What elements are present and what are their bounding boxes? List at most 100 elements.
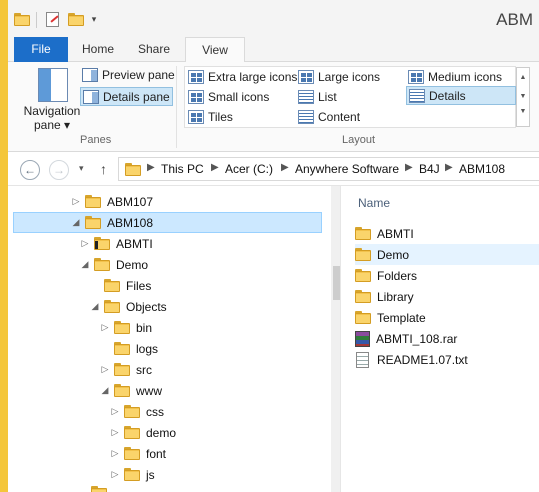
tree-item-label: demo	[146, 425, 177, 440]
breadcrumb-chevron-icon[interactable]: ▶	[211, 162, 219, 173]
tree-item[interactable]: ▷ demo	[109, 422, 177, 443]
column-header-name[interactable]: Name	[358, 196, 390, 210]
ribbon: Navigation pane ▾ Preview pane Details p…	[8, 62, 539, 152]
tree-scrollbar[interactable]	[331, 186, 340, 492]
medium-icons-button[interactable]: Medium icons	[408, 67, 502, 86]
file-item[interactable]: ABMTI	[355, 223, 539, 244]
address-box[interactable]: ▶ This PC ▶ Acer (C:) ▶ Anywhere Softwar…	[118, 157, 539, 181]
breadcrumb-item[interactable]: This PC	[161, 162, 204, 176]
scrollbar-thumb[interactable]	[333, 266, 340, 300]
file-item[interactable]: Library	[355, 286, 539, 307]
list-button[interactable]: List	[298, 87, 337, 106]
breadcrumb-chevron-icon[interactable]: ▶	[147, 162, 155, 173]
tree-item[interactable]: ▷ bin	[99, 317, 152, 338]
tree-item[interactable]: ▷ css	[109, 401, 164, 422]
large-icons-label: Large icons	[318, 69, 381, 84]
preview-pane-button[interactable]: Preview pane	[80, 65, 177, 84]
tab-share[interactable]: Share	[127, 37, 181, 62]
scroll-up-icon[interactable]: ▲	[517, 68, 529, 87]
tree-item[interactable]: logs	[99, 338, 158, 359]
file-item-label: Library	[377, 289, 414, 304]
tree-item-label: Files	[126, 278, 152, 293]
list-icon	[298, 89, 314, 104]
file-item[interactable]: Folders	[355, 265, 539, 286]
breadcrumb-item[interactable]: ABM108	[459, 162, 505, 176]
folder-icon	[91, 486, 107, 492]
shared-folder-icon	[94, 237, 110, 250]
customize-toolbar-icon[interactable]: ▾	[88, 9, 100, 29]
breadcrumb-item[interactable]: B4J	[419, 162, 440, 176]
medium-icons-icon	[408, 69, 424, 84]
folder-icon	[114, 321, 130, 334]
panes-group-label: Panes	[80, 134, 112, 146]
collapse-icon[interactable]: ◢	[99, 385, 111, 396]
tree-item[interactable]: Files	[89, 275, 151, 296]
layout-scroll[interactable]: ▲ ▼ ▼	[516, 67, 530, 127]
details-pane-label: Details pane	[103, 89, 170, 104]
breadcrumb-item[interactable]: Anywhere Software	[295, 162, 399, 176]
collapse-icon[interactable]: ◢	[79, 259, 91, 270]
collapse-icon[interactable]: ◢	[89, 301, 101, 312]
expand-icon[interactable]: ▷	[109, 406, 121, 417]
up-button[interactable]: ↑	[100, 161, 107, 177]
extra-large-icons-icon	[188, 69, 204, 84]
tree-item[interactable]: ▷ src	[99, 359, 152, 380]
collapse-icon[interactable]: ◢	[70, 217, 82, 228]
navigation-pane-dropdown-label: pane ▾	[33, 118, 71, 132]
small-icons-button[interactable]: Small icons	[188, 87, 269, 106]
tree-item-label: ABM108	[107, 215, 154, 230]
folder-icon[interactable]	[12, 9, 32, 29]
file-item-label: README1.07.txt	[377, 352, 468, 367]
navigation-pane-button[interactable]: Navigation pane ▾	[20, 66, 80, 132]
expand-icon[interactable]: ▷	[109, 448, 121, 459]
extra-large-icons-button[interactable]: Extra large icons	[188, 67, 297, 86]
properties-icon[interactable]	[42, 9, 62, 29]
tree-item[interactable]: ▷ font	[109, 443, 166, 464]
folder-icon	[114, 342, 130, 355]
folder-icon	[104, 300, 120, 313]
content-button[interactable]: Content	[298, 107, 360, 126]
tab-file[interactable]: File	[14, 37, 68, 62]
details-pane-button[interactable]: Details pane	[80, 87, 173, 106]
tree-item[interactable]: ▷ js	[109, 464, 155, 485]
expand-icon[interactable]: ▷	[79, 238, 91, 249]
tree-item-label: src	[136, 362, 152, 377]
folder-icon	[124, 426, 140, 439]
file-item[interactable]: README1.07.txt	[355, 349, 539, 370]
file-item-label: ABMTI	[377, 226, 414, 241]
details-view-button[interactable]: Details	[406, 86, 516, 105]
tree-item-label: logs	[136, 341, 159, 356]
expand-icon[interactable]: ▷	[109, 427, 121, 438]
new-folder-icon[interactable]	[66, 9, 86, 29]
tree-item[interactable]: ◢ Demo	[79, 254, 148, 275]
breadcrumb-chevron-icon[interactable]: ▶	[405, 162, 413, 173]
expand-icon[interactable]: ▷	[99, 364, 111, 375]
breadcrumb-chevron-icon[interactable]: ▶	[445, 162, 453, 173]
tab-view[interactable]: View	[185, 37, 245, 63]
more-layouts-icon[interactable]: ▼	[517, 106, 529, 118]
tree-item-selected[interactable]: ◢ ABM108	[13, 212, 322, 233]
navigation-pane-label: Navigation	[23, 104, 81, 118]
tree-item[interactable]: ▷ ABM107	[70, 191, 154, 212]
file-item[interactable]: ABMTI_108.rar	[355, 328, 539, 349]
tab-home[interactable]: Home	[71, 37, 125, 62]
forward-button[interactable]: →	[49, 160, 69, 180]
scroll-down-icon[interactable]: ▼	[517, 87, 529, 106]
expand-icon[interactable]: ▷	[109, 469, 121, 480]
file-list: Name ABMTI Demo Folders Library Template…	[341, 186, 539, 492]
file-item-hovered[interactable]: Demo	[355, 244, 539, 265]
recent-locations-icon[interactable]: ▾	[79, 163, 84, 174]
tiles-button[interactable]: Tiles	[188, 107, 233, 126]
tree-item[interactable]: ▷ ABMTI	[79, 233, 153, 254]
tree-item[interactable]: ◢ www	[99, 380, 162, 401]
tree-item-label: www	[136, 383, 162, 398]
list-label: List	[318, 89, 337, 104]
large-icons-button[interactable]: Large icons	[298, 67, 380, 86]
back-button[interactable]: ←	[20, 160, 40, 180]
expand-icon[interactable]: ▷	[99, 322, 111, 333]
expand-icon[interactable]: ▷	[70, 196, 82, 207]
breadcrumb-item[interactable]: Acer (C:)	[225, 162, 273, 176]
breadcrumb-chevron-icon[interactable]: ▶	[281, 162, 289, 173]
tree-item[interactable]: ◢ Objects	[89, 296, 167, 317]
file-item[interactable]: Template	[355, 307, 539, 328]
